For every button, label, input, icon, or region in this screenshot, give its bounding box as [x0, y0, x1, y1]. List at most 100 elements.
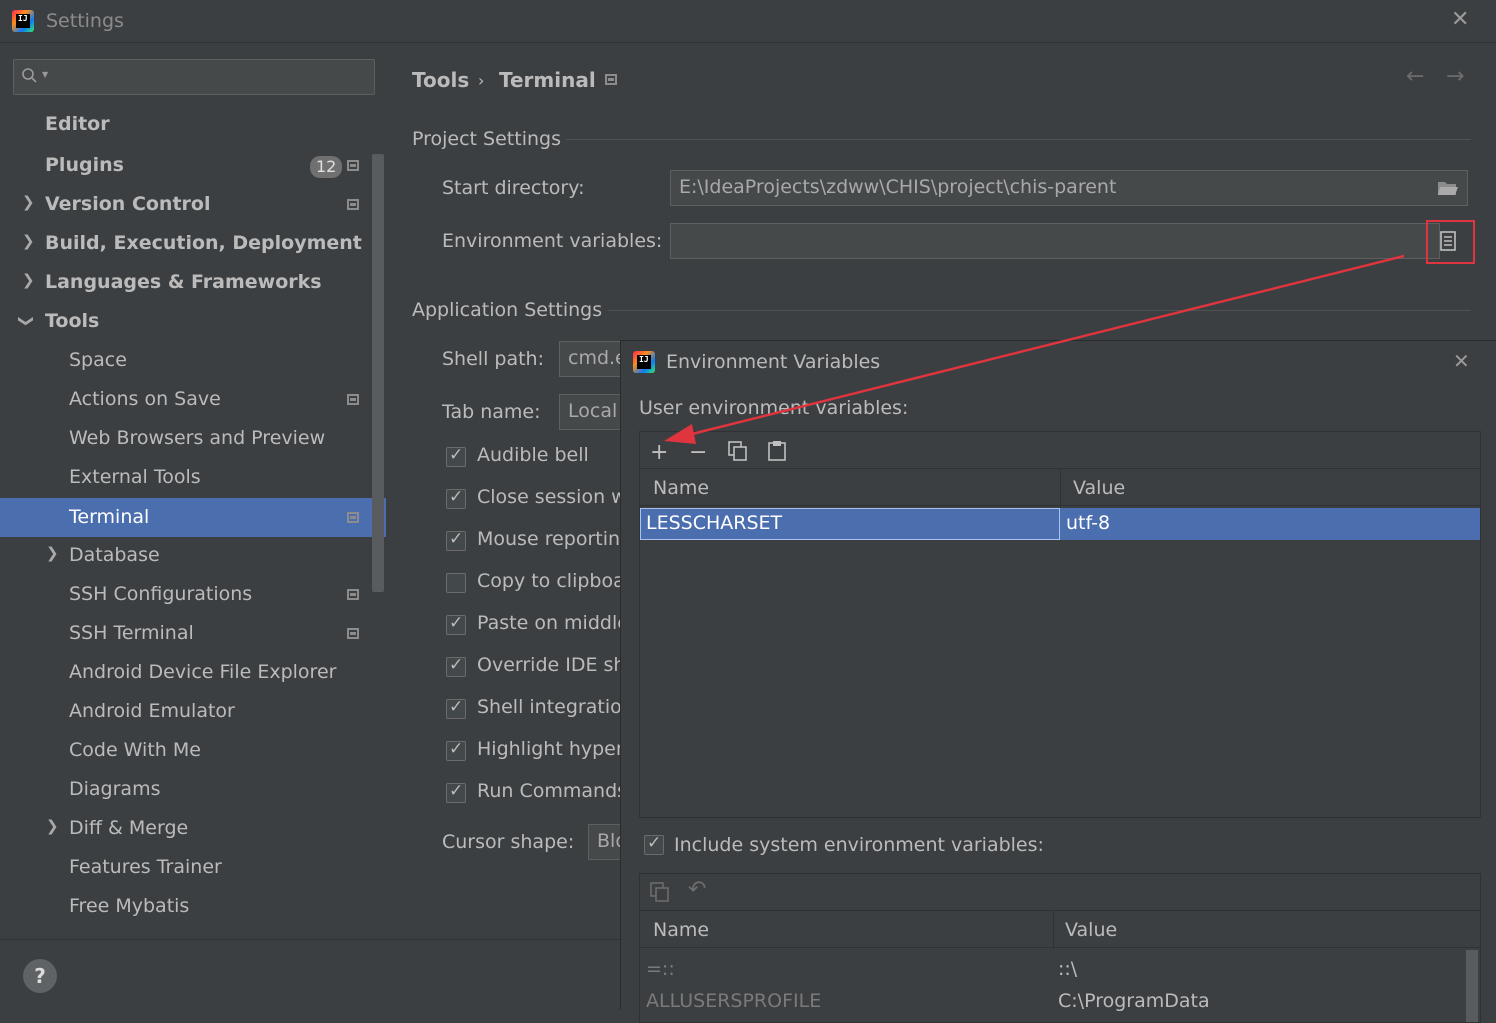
env-name-cell[interactable]: LESSCHARSET: [646, 512, 782, 534]
dialog-close-icon[interactable]: ✕: [1453, 349, 1470, 373]
option-label: Audible bell: [477, 444, 589, 466]
column-header-name[interactable]: Name: [653, 477, 709, 499]
sidebar-item-build[interactable]: ❯ Build, Execution, Deployment: [0, 224, 386, 263]
application-settings-heading: Application Settings: [412, 299, 603, 321]
option-checkbox[interactable]: [446, 573, 466, 593]
sidebar-item-label: Version Control: [45, 193, 211, 215]
column-header-value[interactable]: Value: [1065, 919, 1117, 941]
sidebar-item-free-mybatis[interactable]: Free Mybatis: [0, 887, 386, 926]
option-label: Copy to clipboa: [477, 570, 625, 592]
sidebar-item-label: Plugins: [45, 154, 124, 176]
system-table-scrollbar[interactable]: [1466, 950, 1478, 1022]
copy-icon[interactable]: [728, 441, 748, 465]
project-level-icon: [347, 512, 359, 523]
project-level-icon: [347, 199, 359, 210]
sidebar-item-android-device-file-explorer[interactable]: Android Device File Explorer: [0, 653, 386, 692]
sidebar-item-label: Languages & Frameworks: [45, 271, 322, 293]
sidebar-item-android-emulator[interactable]: Android Emulator: [0, 692, 386, 731]
copy-icon[interactable]: [650, 882, 670, 906]
sidebar-item-diff-merge[interactable]: ❯ Diff & Merge: [0, 809, 386, 848]
option-checkbox[interactable]: [446, 697, 466, 719]
paste-icon[interactable]: [768, 440, 786, 465]
sidebar-item-space[interactable]: Space: [0, 341, 386, 380]
intellij-app-icon: IJ: [633, 351, 655, 373]
sidebar-item-tools[interactable]: ❯ Tools: [0, 302, 386, 341]
sidebar-item-web-browsers[interactable]: Web Browsers and Preview: [0, 419, 386, 458]
chevron-right-icon[interactable]: ❯: [22, 271, 35, 289]
breadcrumb-separator: ›: [478, 71, 485, 90]
table-row[interactable]: LESSCHARSET utf-8: [640, 508, 1480, 540]
chevron-right-icon[interactable]: ❯: [46, 544, 59, 562]
start-directory-field[interactable]: E:\IdeaProjects\zdww\CHIS\project\chis-p…: [670, 170, 1468, 206]
column-header-name[interactable]: Name: [653, 919, 709, 941]
shell-path-value: cmd.e: [568, 347, 627, 369]
sidebar-item-editor[interactable]: Editor: [0, 105, 386, 144]
sidebar-item-ssh-terminal[interactable]: SSH Terminal: [0, 614, 386, 653]
chevron-right-icon[interactable]: ❯: [46, 817, 59, 835]
tab-name-value: Local: [568, 400, 618, 422]
option-checkbox[interactable]: [446, 487, 466, 509]
add-icon[interactable]: +: [650, 440, 668, 465]
sidebar-item-features-trainer[interactable]: Features Trainer: [0, 848, 386, 887]
sidebar-scrollbar[interactable]: [372, 154, 384, 592]
help-button[interactable]: ?: [23, 959, 57, 993]
sidebar-item-languages[interactable]: ❯ Languages & Frameworks: [0, 263, 386, 302]
sidebar-item-database[interactable]: ❯ Database: [0, 536, 386, 575]
start-directory-value: E:\IdeaProjects\zdww\CHIS\project\chis-p…: [679, 176, 1117, 198]
include-system-env-checkbox[interactable]: [644, 833, 664, 855]
edit-environment-variables-icon[interactable]: [1440, 231, 1456, 251]
sidebar-item-external-tools[interactable]: External Tools: [0, 458, 386, 497]
option-label: Highlight hyper: [477, 738, 624, 760]
sidebar-item-actions-on-save[interactable]: Actions on Save: [0, 380, 386, 419]
option-label: Mouse reportin: [477, 528, 621, 550]
environment-variables-dialog: IJ Environment Variables ✕ User environm…: [620, 340, 1496, 1023]
environment-variables-field[interactable]: [670, 223, 1440, 259]
search-input[interactable]: ▼: [13, 59, 375, 95]
sidebar-item-label: Actions on Save: [69, 388, 221, 410]
start-directory-label: Start directory:: [442, 177, 585, 199]
system-env-value-cell[interactable]: ::\: [1058, 958, 1077, 980]
section-divider: [608, 310, 1471, 311]
option-checkbox[interactable]: [446, 739, 466, 761]
sidebar-item-label: Android Device File Explorer: [69, 661, 337, 683]
option-checkbox[interactable]: [446, 445, 466, 467]
sidebar-item-code-with-me[interactable]: Code With Me: [0, 731, 386, 770]
remove-icon[interactable]: −: [689, 440, 707, 465]
sidebar-item-ssh-configurations[interactable]: SSH Configurations: [0, 575, 386, 614]
sidebar-item-plugins[interactable]: Plugins 12: [0, 146, 386, 185]
option-checkbox[interactable]: [446, 655, 466, 677]
sidebar-item-terminal[interactable]: Terminal: [0, 498, 386, 537]
sidebar-item-label: Tools: [45, 310, 100, 332]
search-icon: [22, 68, 37, 83]
option-checkbox[interactable]: [446, 613, 466, 635]
sidebar-item-label: Database: [69, 544, 160, 566]
chevron-right-icon[interactable]: ❯: [22, 193, 35, 211]
undo-icon[interactable]: ↶: [688, 877, 706, 902]
search-dropdown-icon[interactable]: ▼: [42, 70, 48, 79]
option-checkbox[interactable]: [446, 781, 466, 803]
close-icon[interactable]: ✕: [1451, 7, 1469, 32]
sidebar-item-version-control[interactable]: ❯ Version Control: [0, 185, 386, 224]
title-bar: IJ Settings ✕: [0, 0, 1496, 43]
tab-name-label: Tab name:: [442, 401, 541, 423]
sidebar-item-label: Code With Me: [69, 739, 201, 761]
option-label: Shell integratio: [477, 696, 622, 718]
breadcrumb-parent[interactable]: Tools: [412, 68, 469, 92]
system-env-name-cell[interactable]: ALLUSERSPROFILE: [646, 990, 821, 1012]
chevron-right-icon[interactable]: ❯: [22, 232, 35, 250]
chevron-down-icon[interactable]: ❯: [17, 315, 35, 328]
system-env-value-cell[interactable]: C:\ProgramData: [1058, 990, 1210, 1012]
column-divider: [1053, 911, 1054, 949]
back-arrow-icon[interactable]: ←: [1406, 64, 1424, 89]
sidebar-item-label: Space: [69, 349, 127, 371]
env-value-cell[interactable]: utf-8: [1066, 512, 1110, 534]
project-level-icon: [347, 589, 359, 600]
forward-arrow-icon[interactable]: →: [1446, 64, 1464, 89]
option-checkbox[interactable]: [446, 529, 466, 551]
sidebar-item-diagrams[interactable]: Diagrams: [0, 770, 386, 809]
sidebar-item-label: Free Mybatis: [69, 895, 190, 917]
system-env-name-cell[interactable]: =::: [646, 958, 675, 980]
user-env-label: User environment variables:: [639, 397, 909, 419]
column-header-value[interactable]: Value: [1073, 477, 1125, 499]
browse-folder-icon[interactable]: [1437, 180, 1459, 197]
